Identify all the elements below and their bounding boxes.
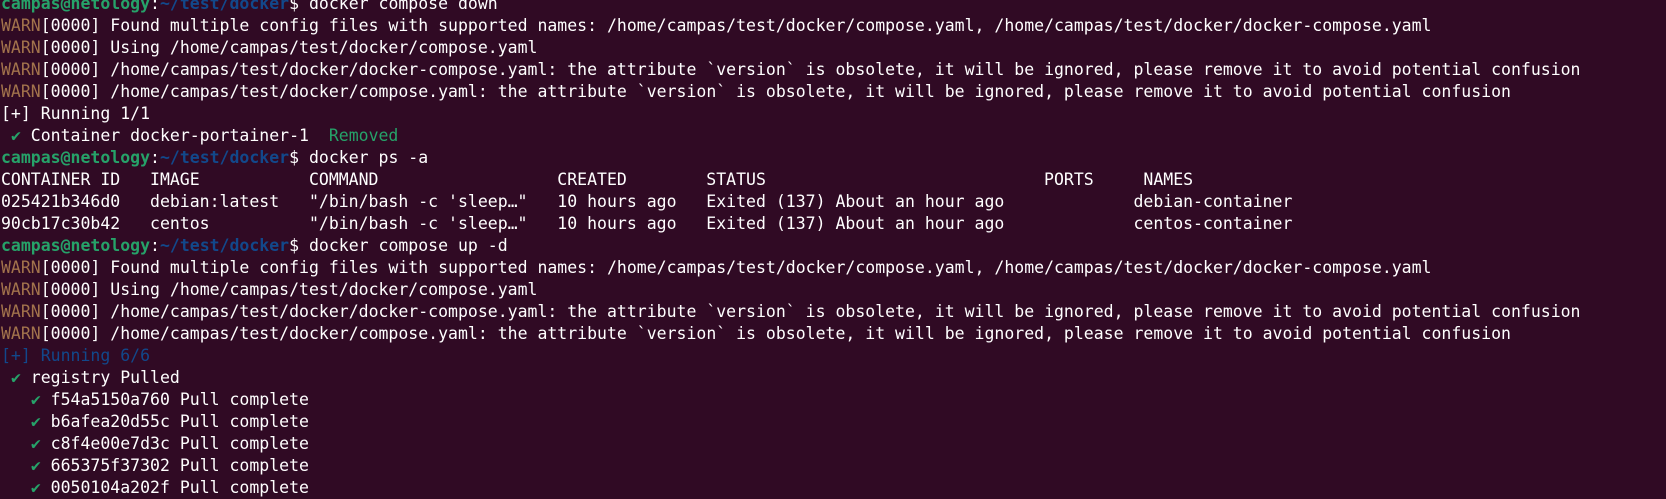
terminal-line-plain: 90cb17c30b42 centos "/bin/bash -c 'sleep… [1, 213, 1665, 235]
status-text: 665375f37302 Pull complete [40, 456, 309, 475]
check-icon: ✔ [30, 390, 41, 409]
status-text: b6afea20d55c Pull complete [40, 412, 309, 431]
status-indent [1, 412, 31, 431]
prompt-path: ~/test/docker [159, 0, 290, 13]
status-badge: Removed [328, 126, 399, 145]
status-indent [1, 434, 31, 453]
warn-message: [0000] Found multiple config files with … [40, 16, 1432, 35]
status-text: c8f4e00e7d3c Pull complete [40, 434, 309, 453]
command-text[interactable]: docker ps -a [309, 148, 428, 167]
warn-tag: WARN [1, 82, 41, 101]
prompt-symbol: $ [289, 0, 309, 13]
check-icon: ✔ [10, 126, 21, 145]
warn-message: [0000] Found multiple config files with … [40, 258, 1432, 277]
terminal-line-status: ✔ Container docker-portainer-1 Removed [1, 125, 1665, 147]
prompt-separator: : [150, 236, 160, 255]
check-icon: ✔ [30, 412, 41, 431]
prompt-user: campas@netology [1, 0, 151, 13]
warn-tag: WARN [1, 324, 41, 343]
warn-tag: WARN [1, 280, 41, 299]
output-text: CONTAINER ID IMAGE COMMAND CREATED STATU… [1, 170, 1194, 189]
prompt-user: campas@netology [1, 236, 151, 255]
check-icon: ✔ [30, 434, 41, 453]
output-text: 025421b346d0 debian:latest "/bin/bash -c… [1, 192, 1293, 211]
status-text: registry Pulled [20, 368, 180, 387]
status-indent [1, 390, 31, 409]
terminal-line-status: ✔ f54a5150a760 Pull complete [1, 389, 1665, 411]
warn-message: [0000] /home/campas/test/docker/compose.… [40, 324, 1511, 343]
terminal-line-prompt: campas@netology:~/test/docker$ docker co… [1, 0, 1665, 15]
terminal-line-warn: WARN[0000] /home/campas/test/docker/comp… [1, 81, 1665, 103]
warn-tag: WARN [1, 60, 41, 79]
terminal-line-status: ✔ b6afea20d55c Pull complete [1, 411, 1665, 433]
terminal-line-status: ✔ c8f4e00e7d3c Pull complete [1, 433, 1665, 455]
status-indent [1, 456, 31, 475]
prompt-path: ~/test/docker [159, 148, 290, 167]
warn-message: [0000] /home/campas/test/docker/docker-c… [40, 60, 1581, 79]
status-indent [1, 368, 11, 387]
prompt-symbol: $ [289, 148, 309, 167]
check-icon: ✔ [30, 456, 41, 475]
terminal-line-warn: WARN[0000] /home/campas/test/docker/dock… [1, 301, 1665, 323]
warn-tag: WARN [1, 38, 41, 57]
check-icon: ✔ [10, 368, 21, 387]
terminal-line-warn: WARN[0000] /home/campas/test/docker/comp… [1, 323, 1665, 345]
warn-message: [0000] /home/campas/test/docker/compose.… [40, 82, 1511, 101]
status-text: f54a5150a760 Pull complete [40, 390, 309, 409]
check-icon: ✔ [30, 478, 41, 497]
terminal-line-warn: WARN[0000] /home/campas/test/docker/dock… [1, 59, 1665, 81]
output-text: 90cb17c30b42 centos "/bin/bash -c 'sleep… [1, 214, 1293, 233]
status-text: Container docker-portainer-1 [20, 126, 329, 145]
terminal-line-prompt: campas@netology:~/test/docker$ docker co… [1, 235, 1665, 257]
output-text: [+] Running 1/1 [1, 104, 151, 123]
prompt-user: campas@netology [1, 148, 151, 167]
terminal-window[interactable]: campas@netology:~/test/docker$ docker co… [1, 0, 1665, 499]
warn-message: [0000] Using /home/campas/test/docker/co… [40, 280, 538, 299]
prompt-path: ~/test/docker [159, 236, 290, 255]
terminal-line-status: ✔ 0050104a202f Pull complete [1, 477, 1665, 499]
command-text[interactable]: docker compose down [309, 0, 498, 13]
terminal-line-status: ✔ registry Pulled [1, 367, 1665, 389]
warn-message: [0000] Using /home/campas/test/docker/co… [40, 38, 538, 57]
prompt-symbol: $ [289, 236, 309, 255]
prompt-separator: : [150, 148, 160, 167]
terminal-line-status: ✔ 665375f37302 Pull complete [1, 455, 1665, 477]
terminal-line-plain: CONTAINER ID IMAGE COMMAND CREATED STATU… [1, 169, 1665, 191]
terminal-line-prompt: campas@netology:~/test/docker$ docker ps… [1, 147, 1665, 169]
status-text: 0050104a202f Pull complete [40, 478, 309, 497]
terminal-line-warn: WARN[0000] Using /home/campas/test/docke… [1, 279, 1665, 301]
status-indent [1, 126, 11, 145]
terminal-line-plain: 025421b346d0 debian:latest "/bin/bash -c… [1, 191, 1665, 213]
terminal-line-warn: WARN[0000] Found multiple config files w… [1, 257, 1665, 279]
terminal-line-dim: [+] Running 6/6 [1, 345, 1665, 367]
warn-tag: WARN [1, 302, 41, 321]
status-indent [1, 478, 31, 497]
terminal-line-warn: WARN[0000] Found multiple config files w… [1, 15, 1665, 37]
progress-text: [+] Running 6/6 [1, 346, 151, 365]
prompt-separator: : [150, 0, 160, 13]
command-text[interactable]: docker compose up -d [309, 236, 508, 255]
warn-tag: WARN [1, 16, 41, 35]
warn-tag: WARN [1, 258, 41, 277]
terminal-line-warn: WARN[0000] Using /home/campas/test/docke… [1, 37, 1665, 59]
warn-message: [0000] /home/campas/test/docker/docker-c… [40, 302, 1581, 321]
terminal-line-plain: [+] Running 1/1 [1, 103, 1665, 125]
